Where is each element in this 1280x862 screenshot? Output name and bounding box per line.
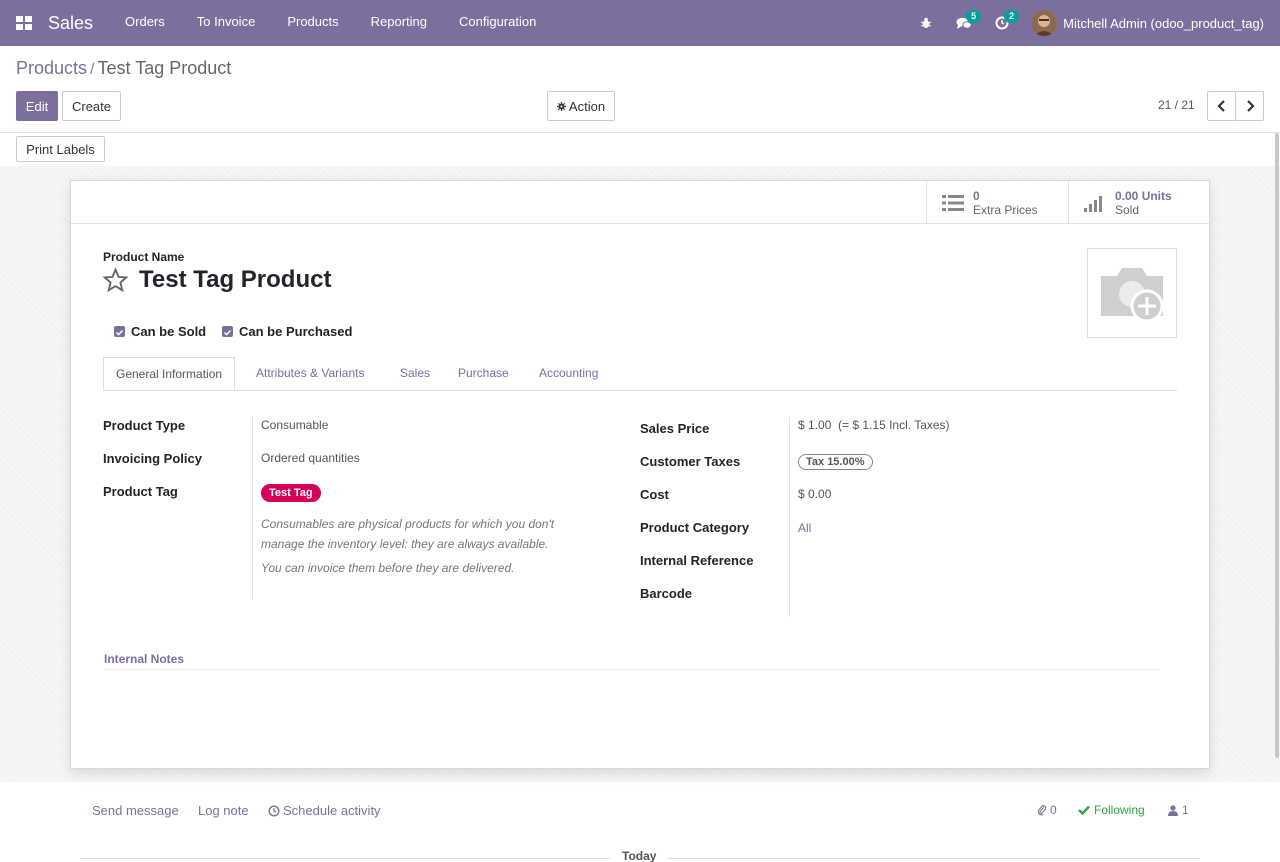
tab-accounting[interactable]: Accounting xyxy=(527,357,610,390)
schedule-activity-button[interactable]: Schedule activity xyxy=(268,803,381,818)
menu-reporting[interactable]: Reporting xyxy=(355,0,443,46)
sales-price-field[interactable]: $ 1.00 xyxy=(798,418,831,432)
gear-icon xyxy=(556,101,566,111)
extra-prices-button[interactable]: 0 Extra Prices xyxy=(926,181,1068,224)
today-separator-label: Today xyxy=(610,849,669,862)
product-tag-label: Product Tag xyxy=(103,484,178,499)
sales-price-row: $ 1.00 (= $ 1.15 Incl. Taxes) xyxy=(798,418,950,432)
messages-icon[interactable]: 5 xyxy=(945,0,983,46)
can-be-purchased-checkbox[interactable] xyxy=(222,326,233,337)
extra-prices-count: 0 xyxy=(973,188,980,203)
activities-badge: 2 xyxy=(1004,10,1020,23)
attachments-button[interactable]: 0 xyxy=(1037,803,1057,817)
create-button[interactable]: Create xyxy=(62,91,121,121)
schedule-activity-label: Schedule activity xyxy=(283,803,381,818)
extra-prices-label: Extra Prices xyxy=(973,202,1038,217)
breadcrumb-current: Test Tag Product xyxy=(97,58,232,78)
breadcrumb-separator: / xyxy=(90,61,95,78)
barcode-label: Barcode xyxy=(640,586,693,601)
units-sold-label: Sold xyxy=(1115,202,1140,217)
can-be-sold-checkbox[interactable] xyxy=(114,326,125,337)
breadcrumb: Products / Test Tag Product xyxy=(16,58,231,79)
product-type-field[interactable]: Consumable xyxy=(261,418,328,432)
pager-value[interactable]: 21 / 21 xyxy=(1158,98,1195,112)
page-scrollbar[interactable] xyxy=(1275,133,1279,758)
sales-price-label: Sales Price xyxy=(640,421,710,436)
followers-count: 1 xyxy=(1182,803,1189,817)
breadcrumb-products-link[interactable]: Products xyxy=(16,58,87,78)
internal-notes-field[interactable] xyxy=(104,672,1160,742)
internal-reference-label: Internal Reference xyxy=(640,553,754,568)
pager-previous-button[interactable] xyxy=(1207,91,1236,121)
customer-tax-badge[interactable]: Tax 15.00% xyxy=(798,454,873,470)
pager-next-button[interactable] xyxy=(1235,91,1264,121)
tab-sales[interactable]: Sales xyxy=(388,357,442,390)
clock-icon xyxy=(268,804,280,817)
product-name-label: Product Name xyxy=(103,250,185,264)
product-category-link[interactable]: All xyxy=(798,521,811,535)
menu-orders[interactable]: Orders xyxy=(109,0,181,46)
user-name: Mitchell Admin (odoo_product_tag) xyxy=(1063,15,1264,31)
product-type-help: Consumables are physical products for wh… xyxy=(261,514,601,578)
list-icon xyxy=(942,194,964,211)
attachments-count: 0 xyxy=(1050,803,1057,817)
internal-notes-label: Internal Notes xyxy=(104,652,185,666)
right-column-divider xyxy=(789,417,790,617)
tab-general-information[interactable]: General Information xyxy=(103,357,236,390)
cost-field[interactable]: $ 0.00 xyxy=(798,487,831,501)
camera-plus-icon xyxy=(1101,268,1164,323)
action-button[interactable]: Action xyxy=(547,91,615,121)
help-line-3: You can invoice them before they are del… xyxy=(261,561,515,575)
cost-label: Cost xyxy=(640,487,669,502)
customer-taxes-label: Customer Taxes xyxy=(640,454,741,469)
app-brand[interactable]: Sales xyxy=(48,13,93,34)
can-be-sold-label: Can be Sold xyxy=(131,324,207,339)
left-column-divider xyxy=(252,417,253,599)
user-icon xyxy=(1168,804,1178,816)
can-be-purchased-label: Can be Purchased xyxy=(239,324,353,339)
help-line-1: Consumables are physical products for wh… xyxy=(261,517,555,531)
product-tag-badge[interactable]: Test Tag xyxy=(261,484,321,502)
followers-button[interactable]: 1 xyxy=(1168,803,1189,817)
tab-purchase[interactable]: Purchase xyxy=(446,357,521,390)
product-category-label: Product Category xyxy=(640,520,750,535)
debug-bug-icon[interactable] xyxy=(907,0,945,46)
print-labels-button[interactable]: Print Labels xyxy=(16,136,105,162)
user-avatar xyxy=(1031,10,1058,36)
following-label: Following xyxy=(1094,803,1145,817)
following-button[interactable]: Following xyxy=(1078,803,1145,817)
invoicing-policy-label: Invoicing Policy xyxy=(103,451,202,466)
product-name-field[interactable]: Test Tag Product xyxy=(139,266,331,294)
edit-button[interactable]: Edit xyxy=(16,91,58,121)
messages-badge: 5 xyxy=(966,10,982,23)
invoicing-policy-field[interactable]: Ordered quantities xyxy=(261,451,360,465)
check-icon xyxy=(1078,805,1090,815)
send-message-button[interactable]: Send message xyxy=(92,803,179,818)
units-sold-value: 0.00 Units xyxy=(1115,188,1172,203)
smart-button-box: 0 Extra Prices 0.00 Units Sold xyxy=(71,181,1209,224)
help-line-2: manage the inventory level: they are alw… xyxy=(261,537,549,551)
tabs-underline xyxy=(103,390,1177,391)
menu-products[interactable]: Products xyxy=(271,0,354,46)
chevron-left-icon xyxy=(1216,100,1225,112)
action-label: Action xyxy=(568,98,606,114)
internal-notes-separator xyxy=(104,669,1160,670)
product-type-label: Product Type xyxy=(103,418,186,433)
menu-configuration[interactable]: Configuration xyxy=(443,0,552,46)
favorite-star-icon[interactable] xyxy=(102,267,129,295)
log-note-button[interactable]: Log note xyxy=(198,803,249,818)
tab-attributes-variants[interactable]: Attributes & Variants xyxy=(244,357,377,390)
apps-menu-icon[interactable] xyxy=(0,0,48,46)
paperclip-icon xyxy=(1037,805,1047,816)
units-sold-button[interactable]: 0.00 Units Sold xyxy=(1068,181,1209,224)
activities-clock-icon[interactable]: 2 xyxy=(983,0,1021,46)
sales-price-incl-taxes: (= $ 1.15 Incl. Taxes) xyxy=(838,418,950,432)
signal-bars-icon xyxy=(1084,195,1102,212)
product-image[interactable] xyxy=(1087,248,1177,338)
top-navbar: Sales Orders To Invoice Products Reporti… xyxy=(0,0,1280,46)
chevron-right-icon xyxy=(1246,100,1255,112)
menu-to-invoice[interactable]: To Invoice xyxy=(181,0,272,46)
user-menu[interactable]: Mitchell Admin (odoo_product_tag) xyxy=(1031,10,1264,36)
statusbar-divider xyxy=(0,132,1280,133)
